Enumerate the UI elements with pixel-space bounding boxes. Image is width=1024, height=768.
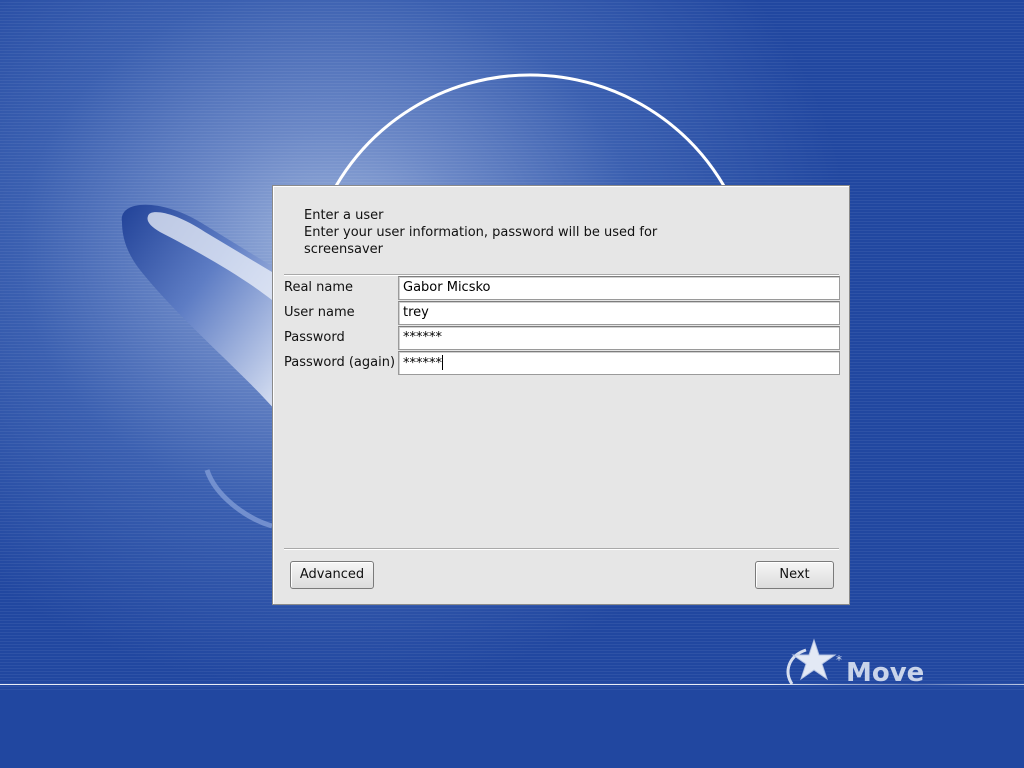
form-row-user-name: User name trey <box>284 301 840 325</box>
background-lower-arc <box>204 469 273 529</box>
dialog-title: Enter a user <box>304 208 384 223</box>
form-row-password: Password ****** <box>284 326 840 350</box>
footer-separator <box>284 548 839 550</box>
background-arc <box>334 73 726 187</box>
form-row-password-again: Password (again) ****** <box>284 351 840 375</box>
user-name-label: User name <box>284 305 355 320</box>
password-value: ****** <box>403 330 442 345</box>
next-button[interactable]: Next <box>755 561 834 589</box>
password-input[interactable]: ****** <box>398 326 840 350</box>
real-name-value: Gabor Micsko <box>403 280 491 295</box>
user-name-value: trey <box>403 305 429 320</box>
real-name-label: Real name <box>284 280 354 295</box>
password-again-value: ****** <box>403 356 442 371</box>
real-name-input[interactable]: Gabor Micsko <box>398 276 840 300</box>
password-again-label: Password (again) <box>284 355 396 370</box>
password-label: Password <box>284 330 345 345</box>
password-again-input[interactable]: ****** <box>398 351 840 375</box>
user-setup-dialog: Enter a user Enter your user information… <box>272 185 850 605</box>
star-swoosh-icon: * <box>786 638 842 685</box>
advanced-button[interactable]: Advanced <box>290 561 374 589</box>
brand-logo: * Move <box>784 638 934 690</box>
text-caret <box>442 355 443 370</box>
svg-text:*: * <box>836 653 842 667</box>
form-row-real-name: Real name Gabor Micsko <box>284 276 840 300</box>
brand-logo-text: Move <box>846 658 925 688</box>
user-name-input[interactable]: trey <box>398 301 840 325</box>
dialog-description: Enter your user information, password wi… <box>304 225 658 257</box>
